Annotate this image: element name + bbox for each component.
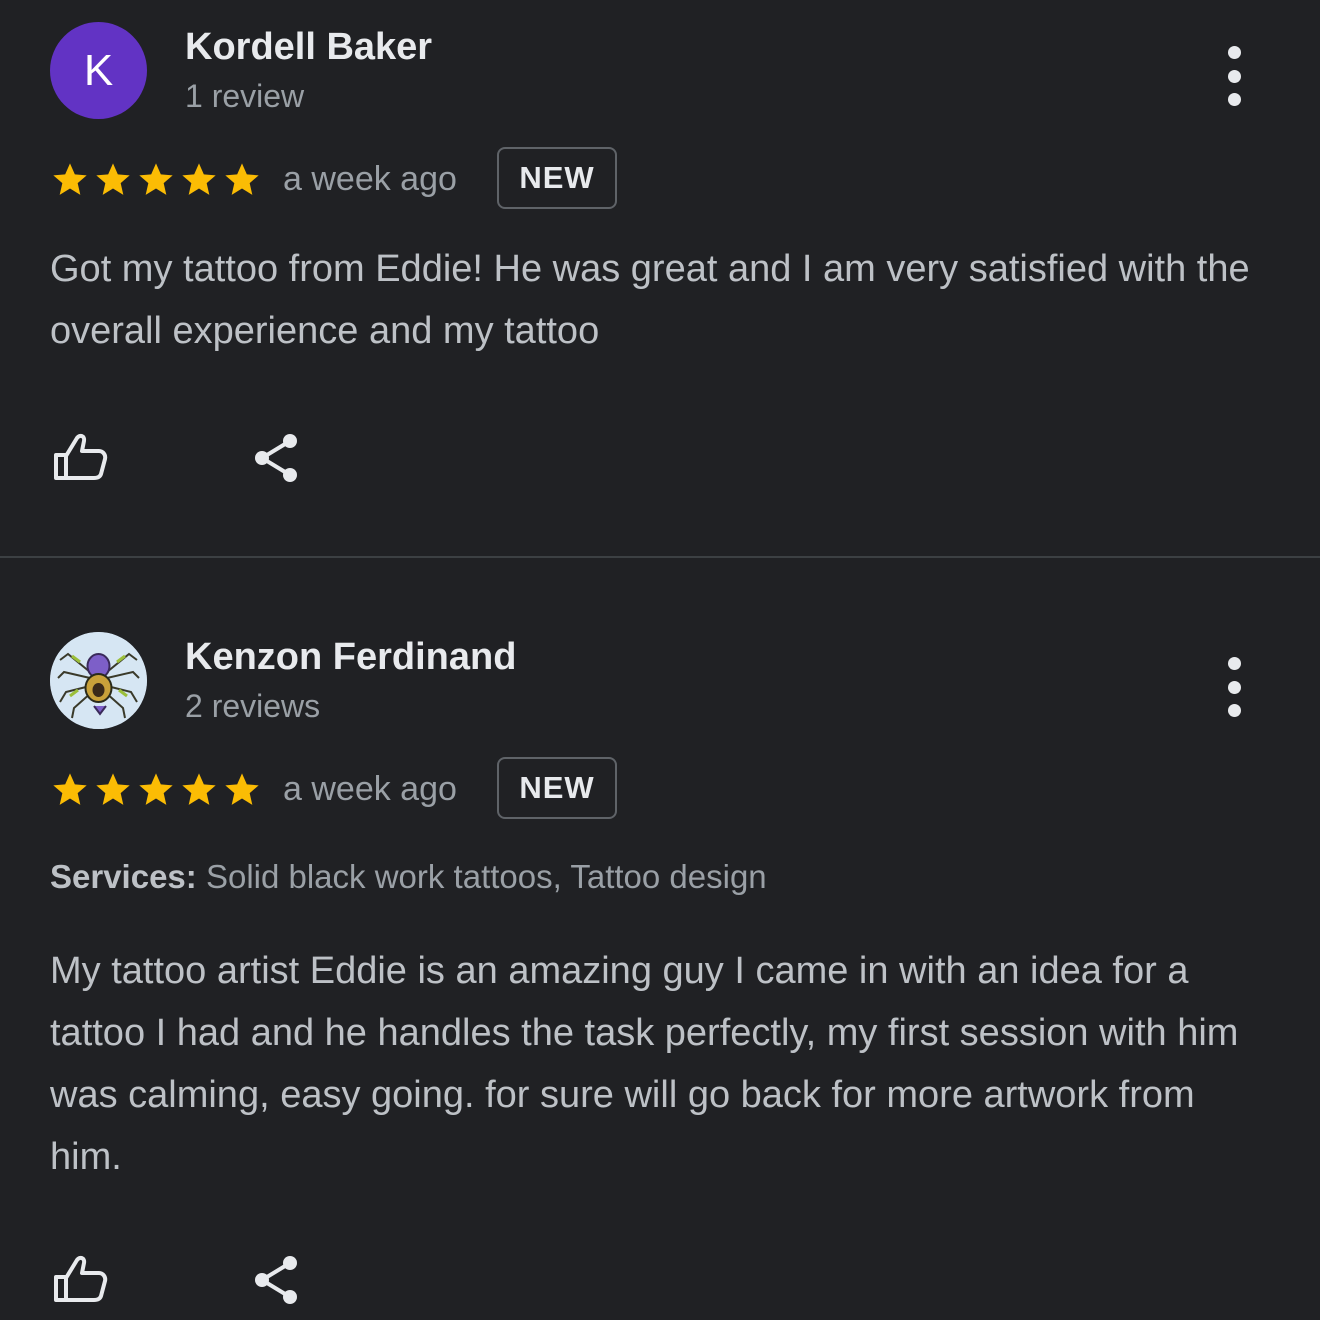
spider-drawing-avatar — [50, 632, 147, 729]
review-card: K Kordell Baker 1 review a week ago NEW … — [0, 0, 1320, 556]
more-vertical-icon[interactable] — [1214, 657, 1254, 717]
star-icon — [139, 163, 173, 195]
review-card: Kenzon Ferdinand 2 reviews a week ago NE… — [0, 558, 1320, 1320]
review-time: a week ago — [283, 770, 457, 808]
star-icon — [225, 163, 259, 195]
star-icon — [182, 163, 216, 195]
reviewer-name[interactable]: Kordell Baker — [185, 26, 432, 69]
star-icon — [53, 773, 87, 805]
star-icon — [139, 773, 173, 805]
avatar[interactable]: K — [50, 22, 147, 119]
avatar[interactable] — [50, 632, 147, 729]
review-text: My tattoo artist Eddie is an amazing guy… — [50, 950, 1239, 1178]
star-icon — [53, 163, 87, 195]
star-rating — [50, 160, 262, 200]
star-icon — [96, 773, 130, 805]
reviewer-review-count[interactable]: 1 review — [185, 78, 304, 115]
new-badge: NEW — [497, 757, 617, 819]
thumbs-up-icon[interactable] — [50, 428, 110, 488]
services-value: Solid black work tattoos, Tattoo design — [205, 858, 767, 895]
star-icon — [182, 773, 216, 805]
star-icon — [96, 163, 130, 195]
share-icon[interactable] — [248, 1250, 308, 1310]
services-line: Services: Solid black work tattoos, Tatt… — [50, 858, 767, 896]
avatar-letter: K — [83, 45, 114, 95]
reviews-page: K Kordell Baker 1 review a week ago NEW … — [0, 0, 1320, 1320]
thumbs-up-icon[interactable] — [50, 1250, 110, 1310]
share-icon[interactable] — [248, 428, 308, 488]
star-rating — [50, 770, 262, 810]
more-vertical-icon[interactable] — [1214, 46, 1254, 106]
review-text: Got my tattoo from Eddie! He was great a… — [50, 248, 1250, 352]
reviewer-name[interactable]: Kenzon Ferdinand — [185, 636, 516, 679]
reviewer-review-count[interactable]: 2 reviews — [185, 688, 320, 725]
services-label: Services: — [50, 858, 197, 895]
review-time: a week ago — [283, 160, 457, 198]
star-icon — [225, 773, 259, 805]
new-badge: NEW — [497, 147, 617, 209]
